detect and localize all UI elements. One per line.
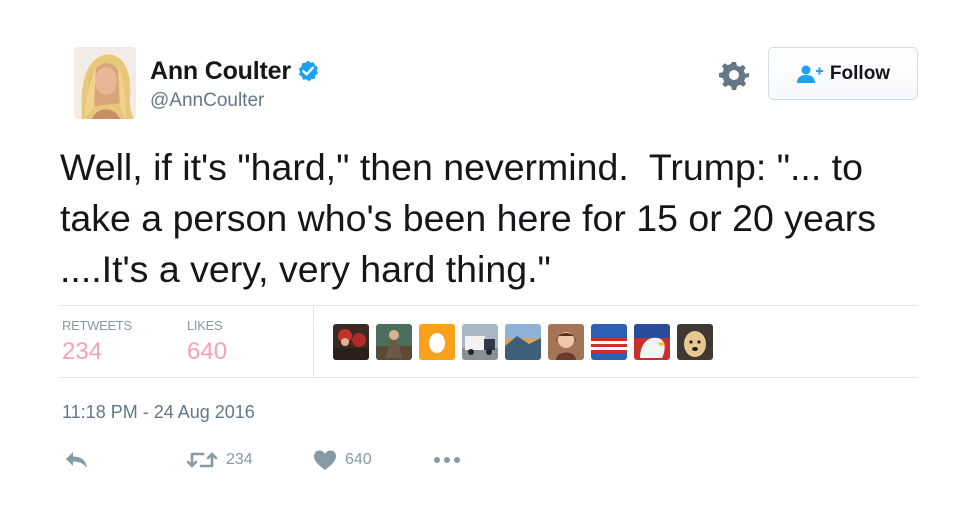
retweet-icon [186,449,218,471]
stats-top-divider [60,305,918,306]
heart-icon [313,449,337,471]
stats-vertical-divider [313,306,314,377]
retweet-count: 234 [226,451,253,468]
verified-badge-icon [296,59,320,83]
reply-button[interactable] [64,449,90,471]
likes-stat[interactable]: LIKES 640 [187,318,227,366]
liker-avatar-7[interactable] [591,324,627,360]
liker-avatar-5[interactable] [505,324,541,360]
more-icon [432,449,462,471]
like-count: 640 [345,451,372,468]
user-info: Ann Coulter @AnnCoulter [150,56,320,112]
avatar-image [74,47,136,119]
liker-avatar-4[interactable] [462,324,498,360]
display-name[interactable]: Ann Coulter [150,57,291,86]
likers-avatars [333,324,713,360]
retweet-button[interactable]: 234 [186,449,253,471]
tweet-card: Ann Coulter @AnnCoulter Follow Well, if … [0,0,980,522]
liker-avatar-1[interactable] [333,324,369,360]
stats-bottom-divider [60,377,918,378]
follow-label: Follow [829,62,891,84]
liker-avatar-6[interactable] [548,324,584,360]
retweets-label: RETWEETS [62,318,132,333]
avatar[interactable] [74,47,136,119]
add-user-icon [796,64,824,84]
liker-avatar-8[interactable] [634,324,670,360]
liker-avatar-3[interactable] [419,324,455,360]
liker-avatar-2[interactable] [376,324,412,360]
reply-icon [64,449,90,471]
gear-icon[interactable] [719,60,749,90]
user-handle[interactable]: @AnnCoulter [150,90,320,112]
follow-button[interactable]: Follow [768,47,918,100]
likes-label: LIKES [187,318,223,333]
retweets-stat[interactable]: RETWEETS 234 [62,318,132,366]
tweet-timestamp[interactable]: 11:18 PM - 24 Aug 2016 [62,402,255,423]
liker-avatar-9[interactable] [677,324,713,360]
display-name-row: Ann Coulter [150,56,320,86]
likes-value: 640 [187,338,228,365]
tweet-text: Well, if it's "hard," then nevermind. Tr… [60,146,887,290]
retweets-value: 234 [62,338,103,365]
more-button[interactable] [432,449,462,471]
like-button[interactable]: 640 [313,449,372,471]
